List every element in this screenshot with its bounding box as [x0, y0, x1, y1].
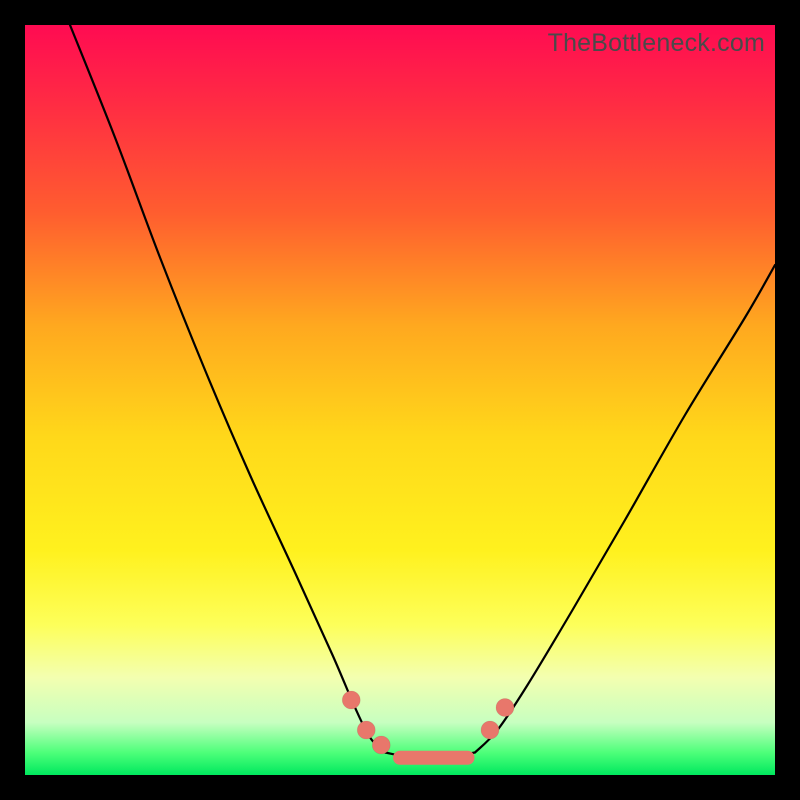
curve-right-ascent	[475, 265, 775, 753]
bottleneck-curve	[25, 25, 775, 775]
plot-area: TheBottleneck.com	[25, 25, 775, 775]
curve-marker	[357, 721, 375, 739]
curve-marker	[372, 736, 390, 754]
curve-left-descent	[70, 25, 385, 753]
curve-marker	[342, 691, 360, 709]
curve-marker	[496, 699, 514, 717]
curve-markers	[342, 691, 514, 754]
curve-marker	[481, 721, 499, 739]
chart-frame: TheBottleneck.com	[0, 0, 800, 800]
